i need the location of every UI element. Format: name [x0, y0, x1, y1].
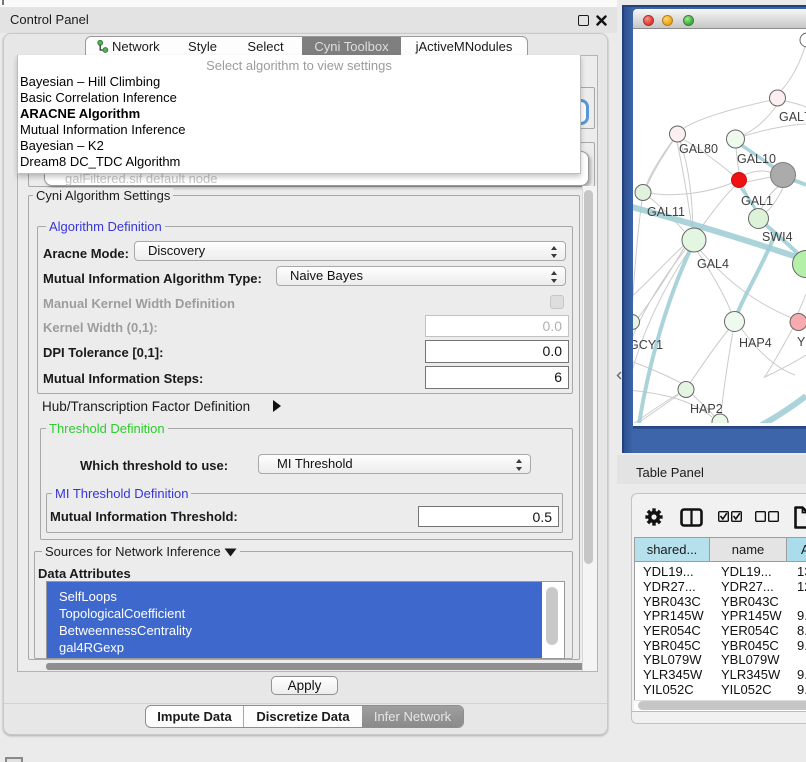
svg-text:GAL10: GAL10: [737, 152, 776, 166]
svg-text:SWI4: SWI4: [762, 230, 793, 244]
svg-text:GAL11: GAL11: [647, 205, 685, 219]
svg-text:GAL80: GAL80: [679, 142, 718, 156]
svg-text:HAP2: HAP2: [690, 402, 723, 416]
svg-text:GCY1: GCY1: [633, 338, 663, 352]
svg-text:Y: Y: [797, 335, 806, 349]
svg-text:GAL1: GAL1: [741, 194, 773, 208]
svg-text:GAL4: GAL4: [697, 257, 729, 271]
svg-text:HAP4: HAP4: [739, 336, 772, 350]
svg-text:GAL7: GAL7: [779, 110, 806, 124]
